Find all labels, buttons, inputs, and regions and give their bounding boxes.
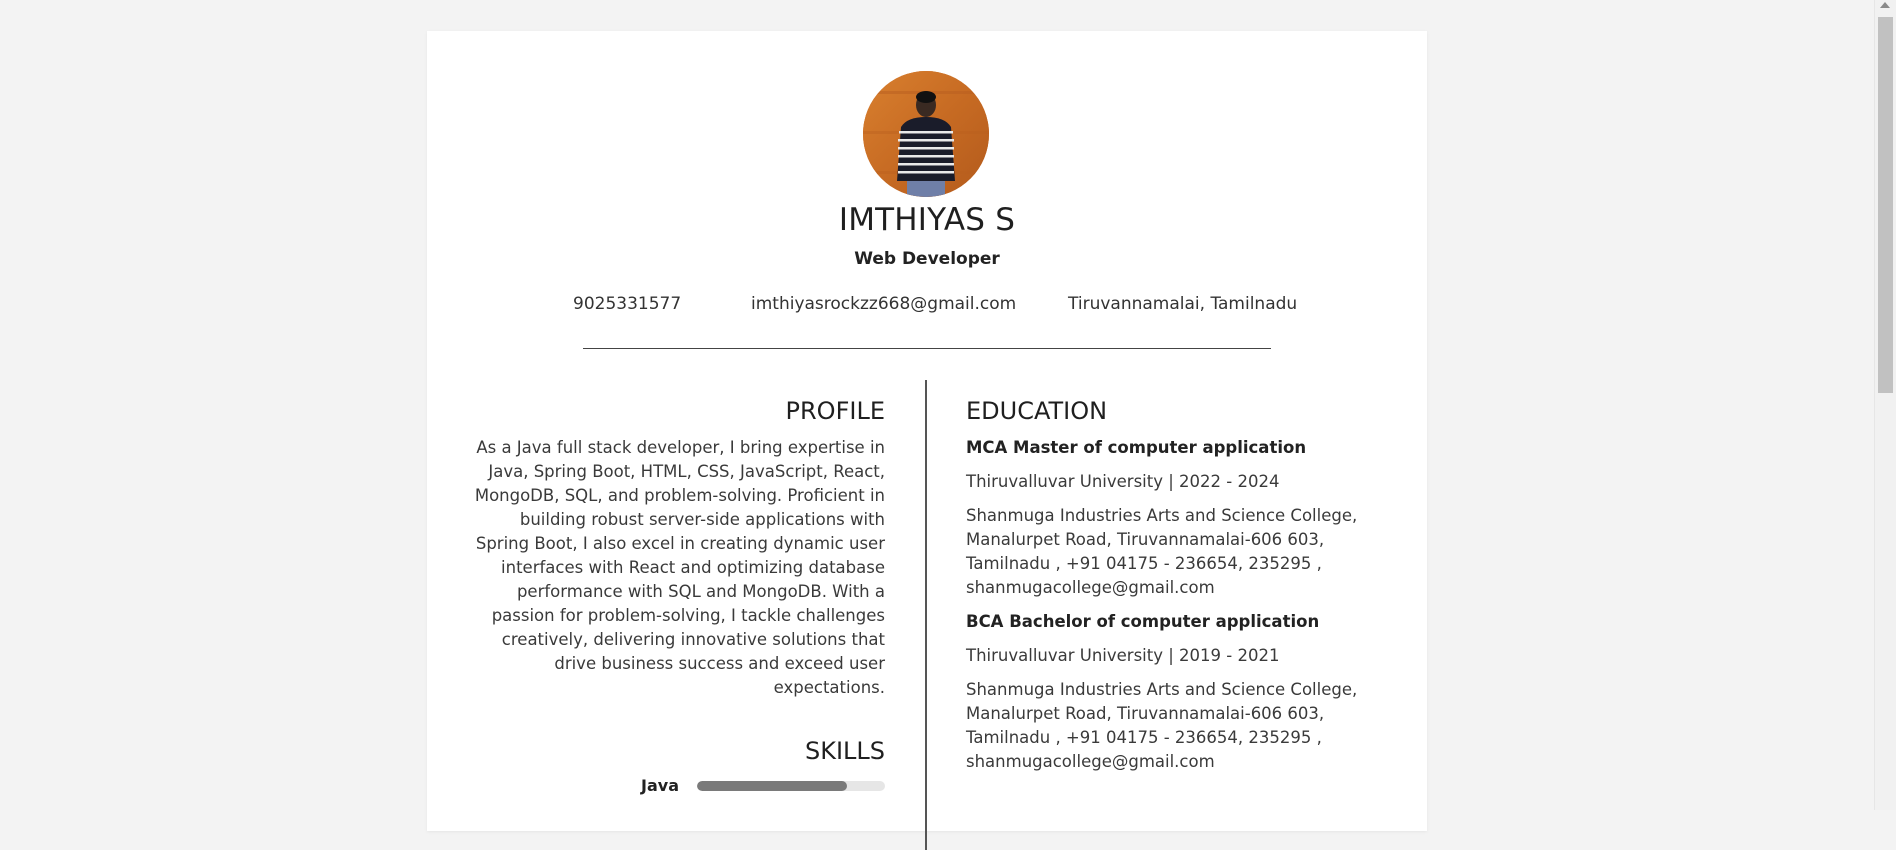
education-item: MCA Master of computer application Thiru… <box>966 436 1366 600</box>
education-address: Shanmuga Industries Arts and Science Col… <box>966 506 1358 597</box>
education-degree: MCA Master of computer application <box>966 438 1307 457</box>
profile-photo <box>863 71 989 197</box>
education-item: BCA Bachelor of computer application Thi… <box>966 610 1366 774</box>
job-title: Web Developer <box>854 249 1000 269</box>
resume-card: IMTHIYAS S Web Developer 9025331577 imth… <box>427 31 1427 850</box>
right-column: EDUCATION MCA Master of computer applica… <box>966 396 1366 784</box>
phone-number: 9025331577 <box>573 294 682 314</box>
scrollbar-thumb[interactable] <box>1878 17 1893 393</box>
education-heading: EDUCATION <box>966 397 1108 425</box>
profile-heading: PROFILE <box>785 397 885 425</box>
candidate-name: IMTHIYAS S <box>838 202 1016 238</box>
education-address: Shanmuga Industries Arts and Science Col… <box>966 680 1358 771</box>
education-university: Thiruvalluvar University | 2022 - 2024 <box>966 472 1280 491</box>
contact-info: 9025331577 imthiyasrockzz668@gmail.com T… <box>427 292 1427 316</box>
left-column: PROFILE As a Java full stack developer, … <box>467 396 885 795</box>
header-divider <box>583 348 1271 349</box>
skill-bar-fill <box>697 780 848 791</box>
profile-summary: As a Java full stack developer, I bring … <box>474 438 885 697</box>
skill-bar <box>697 780 885 791</box>
column-divider <box>925 380 927 850</box>
email-address: imthiyasrockzz668@gmail.com <box>751 294 1017 314</box>
scroll-up-arrow-icon[interactable] <box>1880 2 1890 8</box>
vertical-scrollbar[interactable] <box>1874 0 1896 810</box>
skill-name: Java <box>641 776 679 795</box>
skill-row: Java <box>467 776 885 795</box>
skills-heading: SKILLS <box>804 737 885 765</box>
location: Tiruvannamalai, Tamilnadu <box>1068 294 1298 314</box>
profile-photo-image <box>863 71 989 197</box>
education-degree: BCA Bachelor of computer application <box>966 612 1320 631</box>
education-university: Thiruvalluvar University | 2019 - 2021 <box>966 646 1280 665</box>
